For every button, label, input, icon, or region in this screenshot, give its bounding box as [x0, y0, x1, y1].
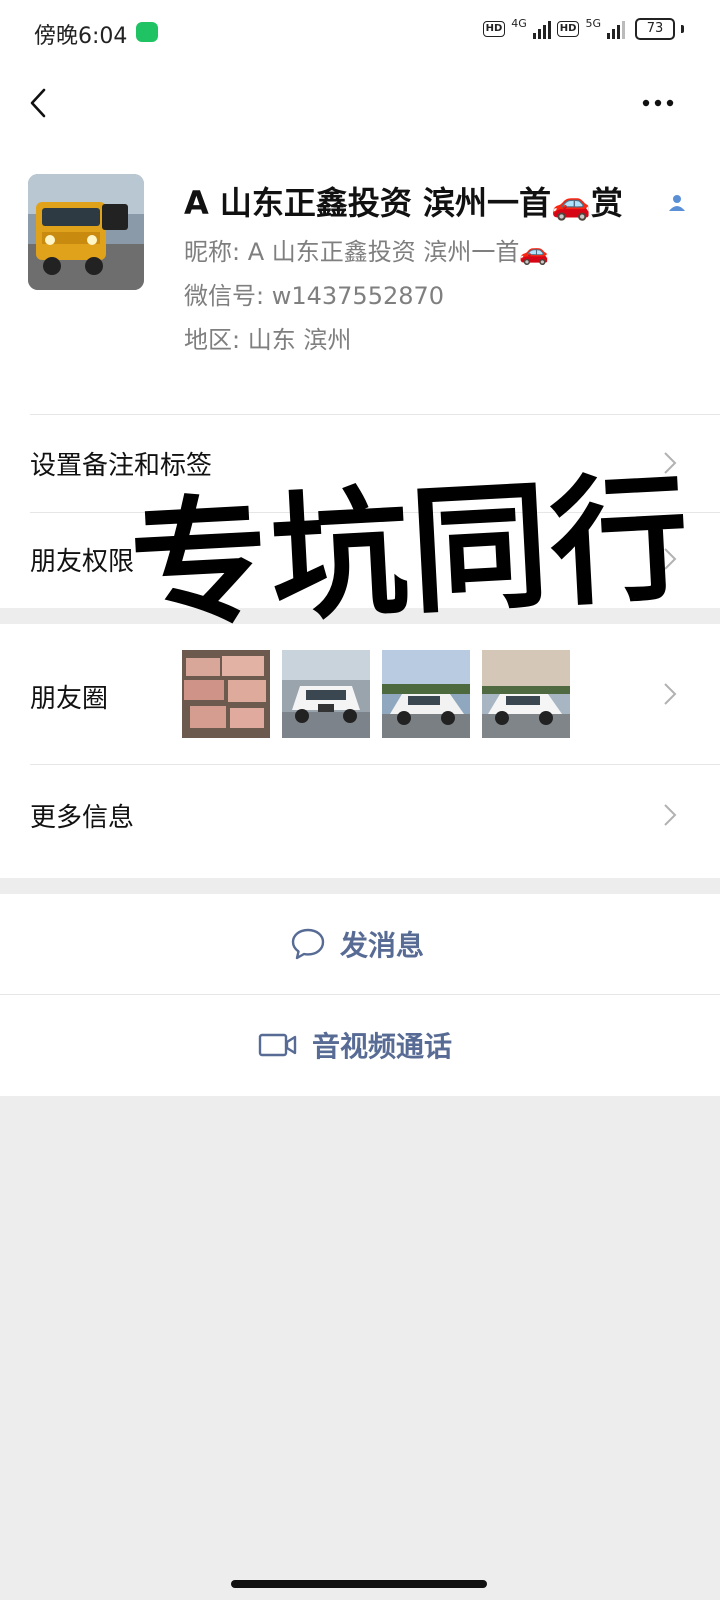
region-text: 地区: 山东 滨州 [184, 326, 352, 354]
nickname-text: 昵称: A 山东正鑫投资 滨州一首🚗 [184, 238, 550, 266]
chevron-right-icon [664, 804, 677, 826]
chevron-right-icon [664, 683, 677, 705]
battery-icon: 73 [635, 18, 675, 40]
moments-photo-car-2 [382, 650, 470, 738]
moments-photo-cash [182, 650, 270, 738]
friend-permission-label: 朋友权限 [30, 547, 135, 577]
signal-icon-2 [607, 19, 625, 39]
status-bar: 傍晚6:04 HD 4G HD 5G 73 [0, 0, 720, 64]
contact-person-icon [669, 195, 685, 211]
moments-thumbnails [182, 650, 582, 738]
wechat-notification-icon [136, 22, 158, 42]
avatar[interactable] [28, 174, 144, 290]
battery-tip [681, 25, 684, 33]
moments-row[interactable]: 朋友圈 [0, 624, 720, 764]
hd-badge-1: HD [482, 21, 506, 37]
back-arrow-icon[interactable] [26, 88, 56, 118]
wechat-id-text: 微信号: w1437552870 [184, 282, 445, 310]
more-options-icon[interactable] [640, 96, 680, 110]
moments-photo-car-3 [482, 650, 570, 738]
status-time: 傍晚6:04 [34, 24, 128, 49]
network-label-5g: 5G [585, 16, 601, 30]
video-camera-icon [258, 1033, 297, 1057]
more-info-label: 更多信息 [30, 803, 135, 833]
profile-name: A 山东正鑫投资 滨州一首🚗赏 [184, 184, 623, 222]
status-indicators: HD 4G HD 5G 73 [482, 16, 684, 40]
send-message-content: 发消息 [290, 924, 424, 964]
video-call-content: 音视频通话 [258, 1025, 452, 1065]
signal-icon-1 [532, 19, 551, 39]
moments-photo-car-1 [282, 650, 370, 738]
hd-badge-2: HD [556, 21, 580, 37]
overlay-caption-text: 专坑同行 [126, 457, 695, 648]
chat-bubble-icon [291, 928, 325, 960]
more-info-row[interactable]: 更多信息 [0, 765, 720, 877]
video-call-button[interactable]: 音视频通话 [0, 995, 720, 1095]
moments-label: 朋友圈 [30, 684, 109, 714]
video-call-label: 音视频通话 [312, 1030, 453, 1063]
home-indicator[interactable] [231, 1580, 487, 1588]
send-message-button[interactable]: 发消息 [0, 894, 720, 994]
send-message-label: 发消息 [340, 929, 425, 962]
network-label-4g: 4G [511, 16, 527, 30]
